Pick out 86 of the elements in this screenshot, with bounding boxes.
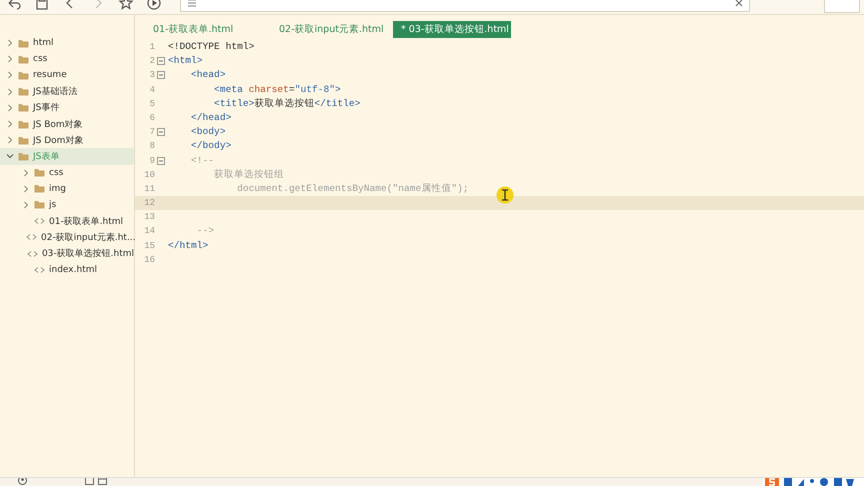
line-number: 13 <box>143 211 155 224</box>
tree-item-label: 01-获取表单.html <box>49 216 124 228</box>
text-cursor-icon <box>496 186 514 204</box>
tree-item[interactable]: JS基础语法 <box>0 84 134 100</box>
line-number: 14 <box>143 225 155 238</box>
code-line: <!-- <box>190 154 214 168</box>
tree-item[interactable]: JS Bom对象 <box>0 116 134 132</box>
folder-icon <box>18 54 29 64</box>
code-line: <title>获取单选按钮</title> <box>213 96 360 111</box>
code-line: document.getElementsByName("name属性值"); <box>236 182 469 196</box>
tree-item-label: JS Bom对象 <box>33 118 83 131</box>
tree-item[interactable]: 01-获取表单.html <box>0 213 134 230</box>
editor-tab[interactable]: * 03-获取单选按钮.html <box>393 20 511 38</box>
folder-icon <box>18 38 29 48</box>
code-line: <!DOCTYPE html> <box>167 40 254 54</box>
folder-icon <box>18 103 29 112</box>
code-line: </html> <box>167 238 208 253</box>
tree-item-label: img <box>49 184 66 194</box>
tree-item-label: css <box>33 54 48 64</box>
tree-item[interactable]: JS Dom对象 <box>0 132 134 148</box>
line-number: 10 <box>143 168 155 182</box>
line-number: 2 <box>148 55 155 68</box>
code-file-icon <box>26 250 38 258</box>
tree-item-label: css <box>49 168 64 178</box>
line-number: 15 <box>143 240 155 253</box>
tree-item-label: JS事件 <box>33 102 60 114</box>
tree-item-label: index.html <box>49 264 97 275</box>
tree-item[interactable]: img <box>0 180 134 197</box>
folder-icon <box>18 70 29 80</box>
tree-item[interactable]: css <box>0 164 134 181</box>
list-icon <box>187 0 197 8</box>
fold-toggle-icon[interactable] <box>157 128 165 136</box>
code-line: </body> <box>190 139 232 154</box>
tree-item[interactable]: resume <box>0 67 134 84</box>
panel-icon[interactable] <box>85 478 94 485</box>
code-line: </head> <box>190 110 232 125</box>
line-number: 3 <box>148 69 155 82</box>
fold-toggle-icon[interactable] <box>157 156 165 165</box>
editor-tab[interactable]: 01-获取表单.html <box>145 20 267 38</box>
close-icon[interactable] <box>735 0 743 7</box>
code-line: --> <box>196 224 214 238</box>
tree-item-label: js <box>49 200 56 210</box>
tree-item-label: JS Dom对象 <box>33 134 84 147</box>
tree-item[interactable]: JS事件 <box>0 100 134 116</box>
code-file-icon <box>34 266 45 274</box>
code-line: <body> <box>190 125 226 140</box>
line-number: 16 <box>143 254 155 267</box>
tree-item[interactable]: css <box>0 51 134 68</box>
line-number: 6 <box>148 112 155 125</box>
editor-tab[interactable]: 02-获取input元素.html <box>271 20 389 38</box>
tree-item-label: JS表单 <box>33 150 60 163</box>
folder-icon <box>18 87 29 96</box>
tree-item[interactable]: 03-获取单选按钮.html <box>0 245 134 262</box>
tree-item-label: html <box>33 38 54 48</box>
tree-item-label: 03-获取单选按钮.html <box>42 248 134 260</box>
folder-icon <box>18 152 29 161</box>
code-line: 获取单选按钮组 <box>213 168 284 182</box>
tree-item[interactable]: js <box>0 196 134 214</box>
tree-item[interactable]: html <box>0 35 134 52</box>
fold-toggle-icon[interactable] <box>157 71 165 80</box>
code-file-icon <box>26 233 37 242</box>
code-line: <html> <box>167 54 203 68</box>
line-number: 11 <box>143 182 155 196</box>
line-number: 1 <box>148 41 155 54</box>
tree-item[interactable]: 02-获取input元素.ht... <box>0 229 134 246</box>
code-file-icon <box>34 217 45 226</box>
fold-toggle-icon[interactable] <box>157 57 165 66</box>
folder-icon <box>18 136 29 145</box>
user-icon <box>18 478 27 485</box>
code-line: <head> <box>190 68 226 82</box>
tree-item-label: JS基础语法 <box>33 86 78 98</box>
line-number: 5 <box>148 98 155 111</box>
folder-icon <box>34 168 45 178</box>
folder-icon <box>18 120 29 129</box>
tree-item[interactable]: index.html <box>0 262 134 278</box>
tree-item-label: resume <box>33 70 67 80</box>
line-number: 4 <box>148 84 155 97</box>
tree-item-label: 02-获取input元素.ht... <box>41 232 136 244</box>
folder-icon <box>34 184 45 194</box>
folder-icon <box>34 200 45 210</box>
line-number: 8 <box>148 140 155 154</box>
line-number: 7 <box>148 126 155 140</box>
code-line: <meta charset="utf-8"> <box>213 82 341 97</box>
line-number: 9 <box>148 154 155 168</box>
window-icon[interactable] <box>98 478 107 485</box>
line-number: 12 <box>143 197 155 210</box>
